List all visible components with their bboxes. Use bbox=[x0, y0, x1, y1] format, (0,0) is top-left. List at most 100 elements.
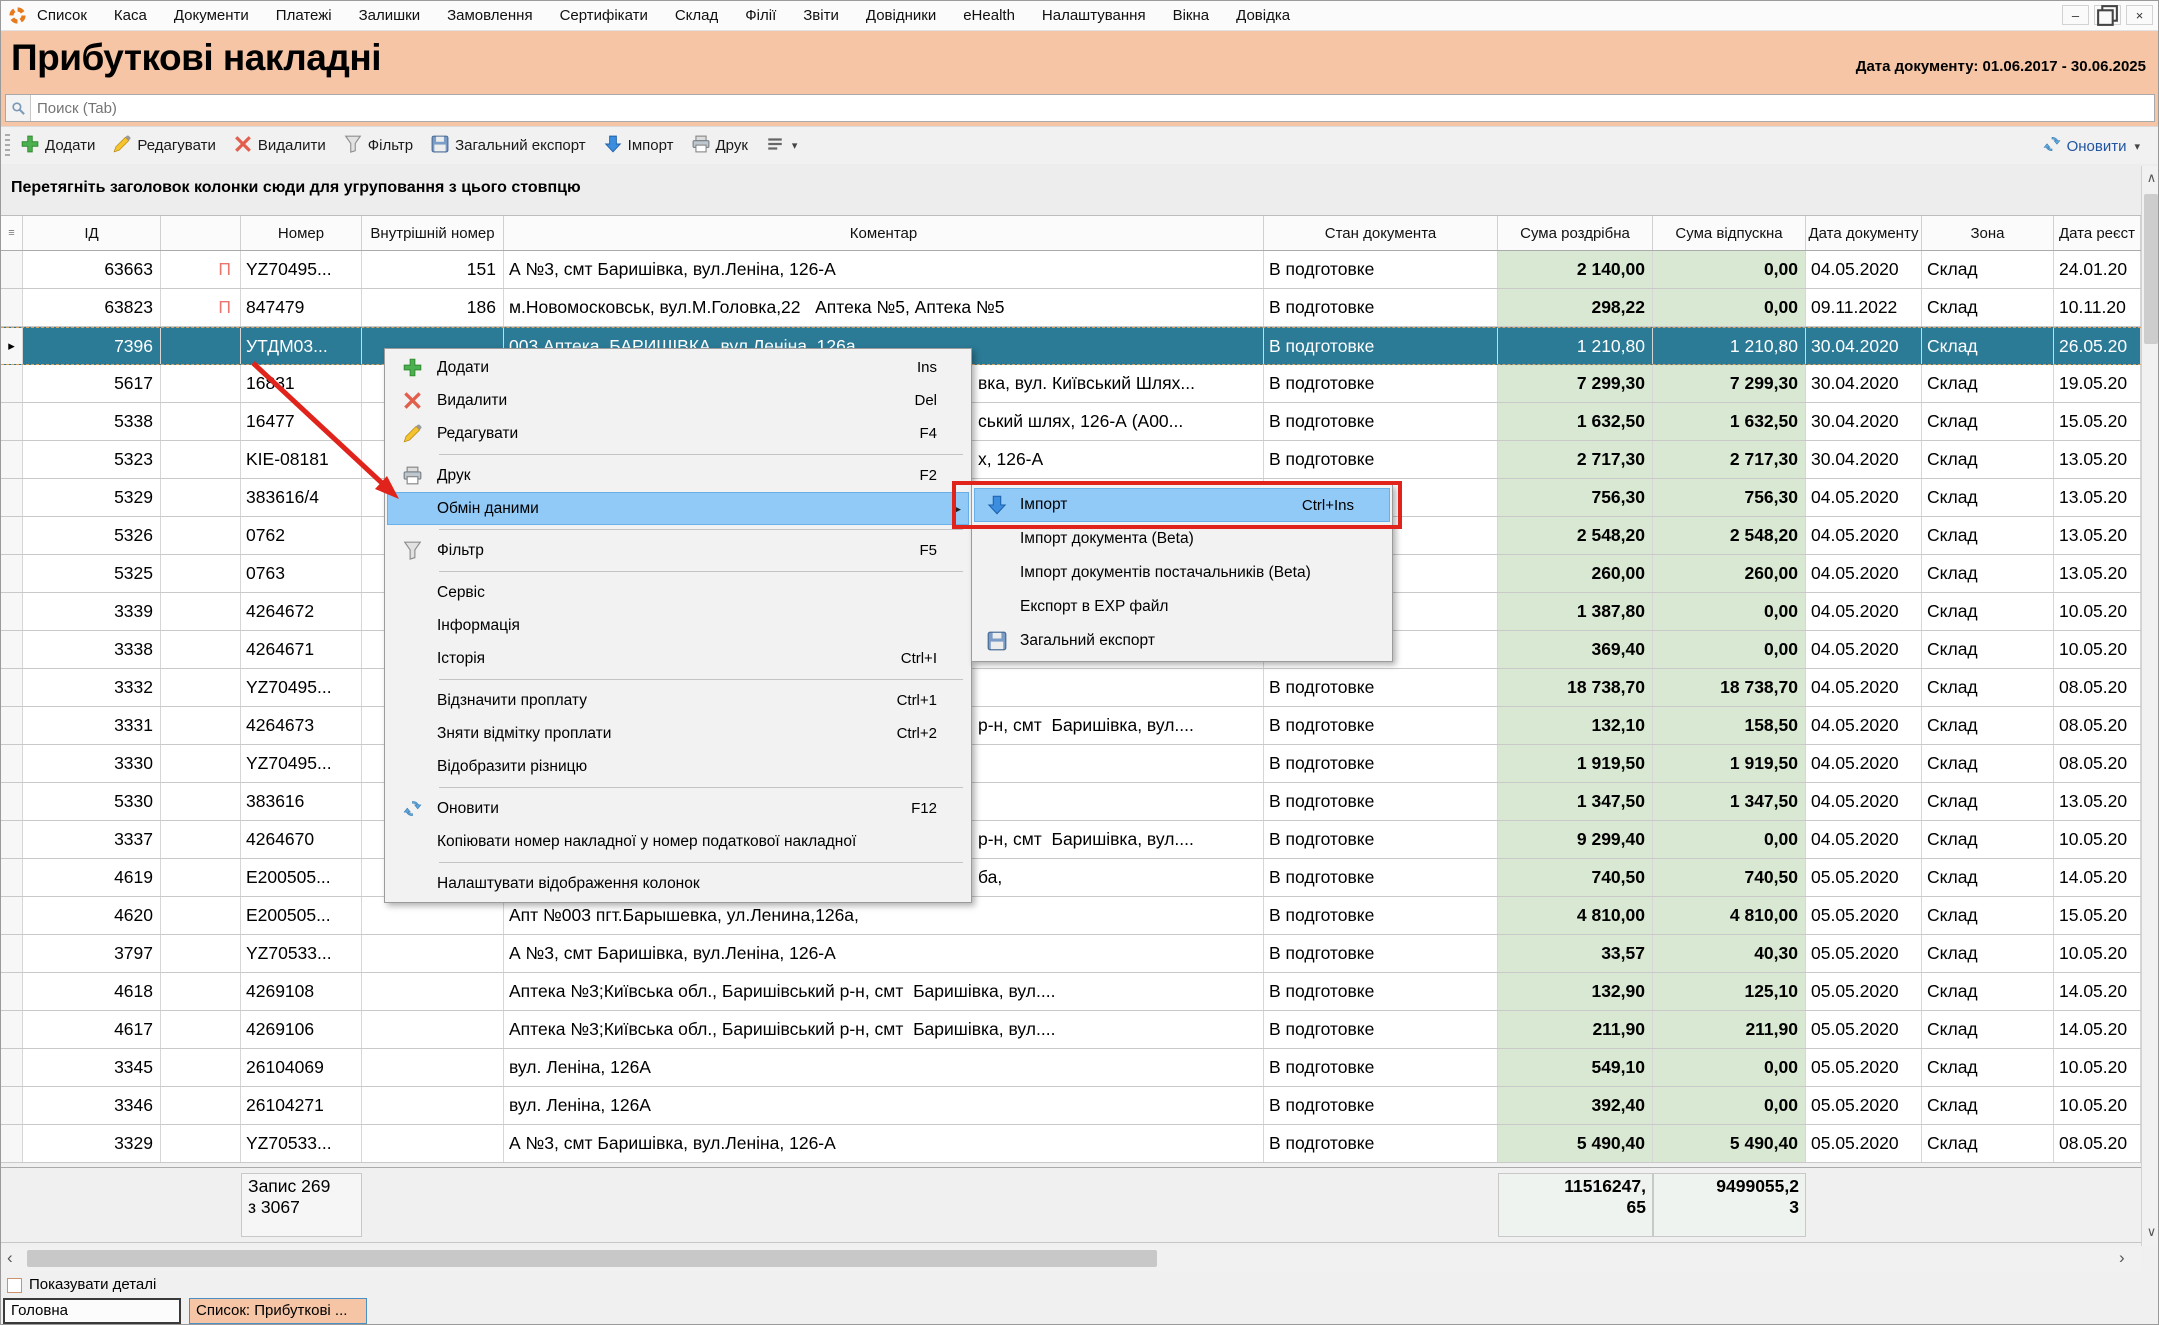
scroll-up-icon[interactable]: ∧ bbox=[2142, 170, 2159, 186]
column-header-comment[interactable]: Коментар bbox=[504, 216, 1264, 250]
column-header-date[interactable]: Дата документу bbox=[1806, 216, 1922, 250]
menubar-item[interactable]: Замовлення bbox=[447, 7, 532, 24]
table-row[interactable]: 33314264673р-н, смт Баришівка, вул....В … bbox=[1, 707, 2141, 745]
menubar-item[interactable]: Довідники bbox=[866, 7, 936, 24]
show-details-checkbox[interactable] bbox=[7, 1278, 22, 1293]
close-button[interactable]: × bbox=[2126, 5, 2153, 25]
table-row[interactable]: 4619Е200505...ба,В подготовке740,50740,5… bbox=[1, 859, 2141, 897]
toolbar-button-Редагувати[interactable]: Редагувати bbox=[113, 135, 216, 157]
menubar-item[interactable]: Документи bbox=[174, 7, 249, 24]
vertical-scroll-thumb[interactable] bbox=[2144, 194, 2158, 344]
toolbar-button-Імпорт[interactable]: Імпорт bbox=[604, 135, 674, 157]
column-header-number[interactable]: Номер bbox=[241, 216, 362, 250]
context-menu-item[interactable]: Обмін даними▸ bbox=[387, 492, 969, 525]
column-header-internal[interactable]: Внутрішній номер bbox=[362, 216, 504, 250]
submenu-item[interactable]: Імпорт документів постачальників (Beta) bbox=[974, 556, 1390, 590]
column-header-gutter[interactable]: ≡ bbox=[1, 216, 23, 250]
table-row[interactable]: 5330383616В подготовке1 347,501 347,5004… bbox=[1, 783, 2141, 821]
context-menu-item[interactable]: ДрукF2 bbox=[387, 459, 969, 492]
menubar-item[interactable]: Залишки bbox=[359, 7, 421, 24]
table-row[interactable]: 46184269108Аптека №3;Київська обл., Бари… bbox=[1, 973, 2141, 1011]
toolbar-grip-icon[interactable] bbox=[5, 134, 10, 158]
tab-main[interactable]: Головна bbox=[3, 1298, 181, 1324]
context-menu-item[interactable]: ІсторіяCtrl+I bbox=[387, 642, 969, 675]
column-header-sum-release[interactable]: Сума відпускна bbox=[1653, 216, 1806, 250]
cell-id: 5329 bbox=[23, 479, 161, 516]
column-header-id[interactable]: ІД bbox=[23, 216, 161, 250]
chevron-down-icon[interactable]: ▾ bbox=[792, 139, 798, 152]
group-by-bar[interactable]: Перетягніть заголовок колонки сюди для у… bbox=[1, 164, 2158, 216]
menubar-item[interactable]: Каса bbox=[114, 7, 147, 24]
table-row[interactable]: 3329YZ70533...А №3, смт Баришівка, вул.Л… bbox=[1, 1125, 2141, 1163]
scroll-down-icon[interactable]: ∨ bbox=[2142, 1224, 2159, 1240]
scroll-left-icon[interactable]: ‹ bbox=[7, 1248, 13, 1268]
menubar-item[interactable]: Філії bbox=[745, 7, 776, 24]
table-row[interactable]: 4620Е200505...Апт №003 пгт.Барышевка, ул… bbox=[1, 897, 2141, 935]
context-menu-item[interactable]: ВидалитиDel bbox=[387, 384, 969, 417]
context-menu-item[interactable]: Зняти відмітку проплатиCtrl+2 bbox=[387, 717, 969, 750]
table-row[interactable]: 33374264670р-н, смт Баришівка, вул....В … bbox=[1, 821, 2141, 859]
search-icon[interactable] bbox=[6, 95, 31, 121]
minimize-button[interactable]: – bbox=[2062, 5, 2089, 25]
submenu-item[interactable]: ІмпортCtrl+Ins bbox=[974, 488, 1390, 522]
context-menu-item[interactable]: Відзначити проплатуCtrl+1 bbox=[387, 684, 969, 717]
context-menu-item[interactable]: Копіювати номер накладної у номер податк… bbox=[387, 825, 969, 858]
table-row[interactable]: 63823П847479186м.Новомосковськ, вул.М.Го… bbox=[1, 289, 2141, 327]
column-header-sum-retail[interactable]: Сума роздрібна bbox=[1498, 216, 1653, 250]
horizontal-scrollbar[interactable]: ‹ › bbox=[1, 1247, 2141, 1271]
toolbar-button-Видалити[interactable]: Видалити bbox=[234, 135, 326, 157]
search-box[interactable] bbox=[5, 94, 2155, 122]
toolbar-list-view[interactable]: ▾ bbox=[766, 135, 798, 157]
toolbar-button-Додати[interactable]: Додати bbox=[21, 135, 95, 157]
table-row[interactable]: 533816477ський шлях, 126-А (А00...В подг… bbox=[1, 403, 2141, 441]
menubar-item[interactable]: Звіти bbox=[803, 7, 839, 24]
table-row[interactable]: 3330YZ70495...В подготовке1 919,501 919,… bbox=[1, 745, 2141, 783]
menubar-item[interactable]: Платежі bbox=[276, 7, 332, 24]
submenu-item[interactable]: Експорт в EXP файл bbox=[974, 590, 1390, 624]
restore-button[interactable] bbox=[2094, 5, 2121, 25]
table-row[interactable]: 3797YZ70533...А №3, смт Баришівка, вул.Л… bbox=[1, 935, 2141, 973]
menubar-item[interactable]: Довідка bbox=[1236, 7, 1290, 24]
column-header-zone[interactable]: Зона bbox=[1922, 216, 2054, 250]
menubar-item[interactable]: Список bbox=[37, 7, 87, 24]
cell-sum-release: 211,90 bbox=[1653, 1011, 1806, 1048]
table-row[interactable]: 334626104271вул. Леніна, 126АВ подготовк… bbox=[1, 1087, 2141, 1125]
context-menu-item[interactable]: ФільтрF5 bbox=[387, 534, 969, 567]
context-menu-item[interactable]: ДодатиIns bbox=[387, 351, 969, 384]
context-menu-item[interactable]: РедагуватиF4 bbox=[387, 417, 969, 450]
menubar-item[interactable]: Вікна bbox=[1173, 7, 1210, 24]
table-row[interactable]: 334526104069вул. Леніна, 126АВ подготовк… bbox=[1, 1049, 2141, 1087]
toolbar-button-Загальний експорт[interactable]: Загальний експорт bbox=[431, 135, 586, 157]
table-row[interactable]: 46174269106Аптека №3;Київська обл., Бари… bbox=[1, 1011, 2141, 1049]
menubar-item[interactable]: Налаштування bbox=[1042, 7, 1146, 24]
vertical-scrollbar[interactable]: ∧ ∨ bbox=[2141, 166, 2159, 1246]
context-menu-item[interactable]: Відобразити різницю bbox=[387, 750, 969, 783]
refresh-button[interactable]: Оновити ▾ bbox=[2043, 127, 2140, 165]
scroll-right-icon[interactable]: › bbox=[2119, 1248, 2125, 1268]
column-header-reg-date[interactable]: Дата реєст bbox=[2054, 216, 2141, 250]
context-menu-item[interactable]: Інформація bbox=[387, 609, 969, 642]
chevron-down-icon[interactable]: ▾ bbox=[2134, 140, 2140, 153]
table-row[interactable]: ▸7396УТДМ03...003 Аптека БАРИШІВКА вул Л… bbox=[1, 327, 2141, 365]
horizontal-scroll-thumb[interactable] bbox=[27, 1250, 1157, 1267]
submenu-item[interactable]: Імпорт документа (Beta) bbox=[974, 522, 1390, 556]
context-menu-item[interactable]: ОновитиF12 bbox=[387, 792, 969, 825]
toolbar-button-Фільтр[interactable]: Фільтр bbox=[344, 135, 413, 157]
table-row[interactable]: 5323KIE-08181х, 126-АВ подготовке2 717,3… bbox=[1, 441, 2141, 479]
menubar-item[interactable]: Склад bbox=[675, 7, 718, 24]
context-menu-item[interactable]: Налаштувати відображення колонок bbox=[387, 867, 969, 900]
column-header-flag[interactable] bbox=[161, 216, 241, 250]
context-menu-item[interactable]: Сервіс bbox=[387, 576, 969, 609]
search-input[interactable] bbox=[31, 100, 2154, 117]
submenu-item[interactable]: Загальний експорт bbox=[974, 624, 1390, 658]
toolbar-button-Друк[interactable]: Друк bbox=[692, 135, 748, 157]
table-row[interactable]: 3332YZ70495...В подготовке18 738,7018 73… bbox=[1, 669, 2141, 707]
table-row[interactable]: 561716831вка, вул. Київський Шлях...В по… bbox=[1, 365, 2141, 403]
table-row[interactable]: 63663ПYZ70495...151А №3, смт Баришівка, … bbox=[1, 251, 2141, 289]
cell-sum-retail: 1 347,50 bbox=[1498, 783, 1653, 820]
tab-list-active[interactable]: Список: Прибуткові ... bbox=[189, 1298, 367, 1324]
column-header-state[interactable]: Стан документа bbox=[1264, 216, 1498, 250]
menubar-item[interactable]: Сертифікати bbox=[560, 7, 648, 24]
menubar-item[interactable]: eHealth bbox=[963, 7, 1015, 24]
funnel-icon bbox=[344, 135, 362, 157]
